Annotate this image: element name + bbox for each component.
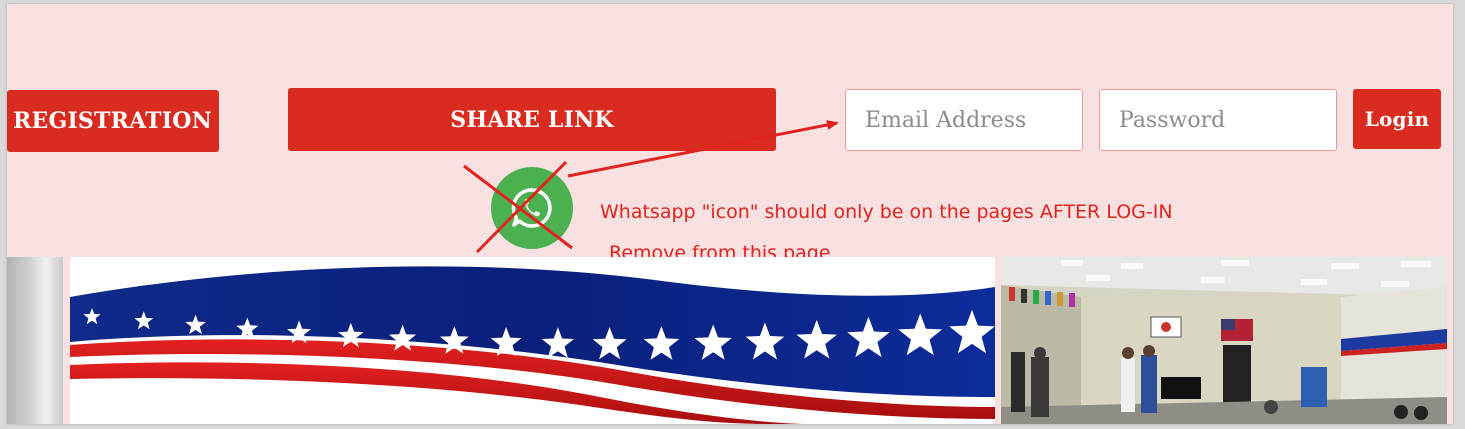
- dojo-scene: [1001, 257, 1447, 424]
- registration-button[interactable]: REGISTRATION: [7, 90, 219, 152]
- email-field[interactable]: [845, 89, 1083, 151]
- whatsapp-icon[interactable]: [491, 167, 573, 249]
- flag-banner-image: [70, 257, 995, 424]
- share-link-label: SHARE LINK: [450, 106, 614, 133]
- header-panel: REGISTRATION SHARE LINK Login Whatsapp "…: [7, 4, 1453, 424]
- dojo-photo: [1001, 257, 1447, 424]
- door-photo: [7, 257, 63, 424]
- share-link-button[interactable]: SHARE LINK: [288, 88, 776, 151]
- login-button[interactable]: Login: [1353, 89, 1441, 149]
- image-banner-row: [7, 257, 1453, 424]
- registration-label: REGISTRATION: [13, 108, 212, 134]
- password-field[interactable]: [1099, 89, 1337, 151]
- login-label: Login: [1364, 107, 1430, 131]
- flag-wave-graphic: [70, 266, 995, 424]
- annotation-note-line1: Whatsapp "icon" should only be on the pa…: [600, 201, 1173, 223]
- whatsapp-glyph: [511, 188, 552, 228]
